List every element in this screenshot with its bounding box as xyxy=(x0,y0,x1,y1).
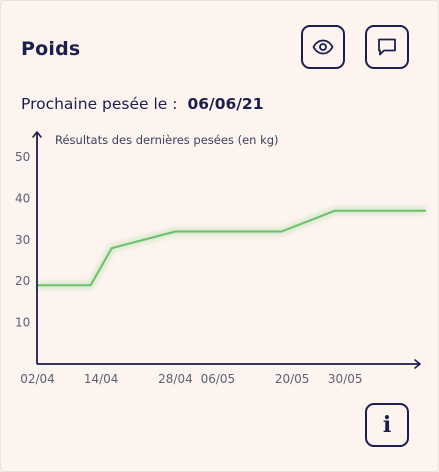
y-axis-ticks: 10 20 30 40 50 xyxy=(15,150,30,330)
x-tick-label: 14/04 xyxy=(84,372,119,386)
next-weigh-date: 06/06/21 xyxy=(187,95,264,113)
x-tick-label: 02/04 xyxy=(20,372,55,386)
eye-icon xyxy=(312,39,334,55)
chart-series xyxy=(36,207,427,289)
series-line-glow xyxy=(37,207,426,289)
view-button[interactable] xyxy=(301,25,345,69)
weight-card: Poids Prochaine pesée le : 06/06/21 Résul… xyxy=(0,0,439,472)
next-weigh-row: Prochaine pesée le : 06/06/21 xyxy=(21,95,264,113)
x-tick-label: 28/04 xyxy=(158,372,193,386)
y-tick-label: 30 xyxy=(15,233,30,247)
x-tick-label: 30/05 xyxy=(328,372,363,386)
comment-button[interactable] xyxy=(365,25,409,69)
y-tick-label: 50 xyxy=(15,150,30,164)
y-tick-label: 10 xyxy=(15,316,30,330)
x-tick-label: 06/05 xyxy=(201,372,236,386)
x-axis-ticks: 02/04 14/04 28/04 06/05 20/05 30/05 xyxy=(20,372,362,386)
comment-icon xyxy=(378,38,396,56)
info-icon: i xyxy=(382,412,392,438)
next-weigh-label: Prochaine pesée le : xyxy=(21,95,178,113)
chart-title: Résultats des dernières pesées (en kg) xyxy=(55,133,279,147)
card-title: Poids xyxy=(21,38,81,60)
weight-chart: Résultats des dernières pesées (en kg) 1… xyxy=(15,131,427,386)
y-tick-label: 20 xyxy=(15,274,30,288)
x-tick-label: 20/05 xyxy=(275,372,310,386)
info-button[interactable]: i xyxy=(365,403,409,447)
y-tick-label: 40 xyxy=(15,191,30,205)
